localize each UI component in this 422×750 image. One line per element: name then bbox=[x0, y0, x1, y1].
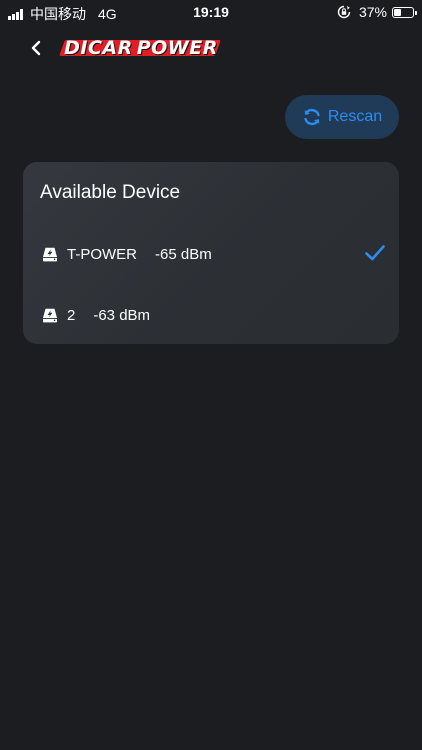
screen: 中国移动 4G 19:19 37% DICAR POWER Rescan Ava… bbox=[0, 0, 422, 750]
rescan-label: Rescan bbox=[327, 108, 383, 125]
brand-logo: DICAR POWER bbox=[59, 35, 222, 61]
device-icon bbox=[42, 308, 58, 323]
card-title: Available Device bbox=[40, 182, 181, 203]
device-signal: -63 dBm bbox=[93, 306, 151, 324]
refresh-icon bbox=[302, 107, 322, 127]
rotation-lock-icon bbox=[337, 5, 351, 19]
device-name: 2 bbox=[67, 306, 76, 324]
chevron-left-icon bbox=[31, 40, 41, 56]
logo-text-power: POWER bbox=[136, 37, 218, 59]
status-bar: 中国移动 4G 19:19 37% bbox=[0, 0, 422, 24]
status-right: 37% bbox=[337, 4, 417, 20]
device-row-t-power[interactable]: T-POWER -65 dBm bbox=[23, 230, 399, 278]
back-button[interactable] bbox=[22, 34, 50, 62]
device-row-2[interactable]: 2 -63 dBm bbox=[23, 291, 399, 339]
logo-text-dicar: DICAR bbox=[64, 37, 133, 59]
battery-fill bbox=[394, 8, 401, 16]
device-name: T-POWER bbox=[67, 245, 137, 263]
available-devices-card: Available Device T-POWER -65 dBm 2 -63 d… bbox=[23, 162, 399, 344]
checkmark-icon bbox=[364, 243, 386, 263]
nav-bar: DICAR POWER bbox=[0, 30, 422, 66]
battery-tip bbox=[415, 10, 417, 15]
logo-text: DICAR POWER bbox=[60, 35, 222, 61]
battery-percent: 37% bbox=[358, 4, 387, 20]
rescan-button[interactable]: Rescan bbox=[285, 95, 399, 139]
device-icon bbox=[42, 247, 58, 262]
device-signal: -65 dBm bbox=[155, 245, 212, 263]
battery-icon bbox=[392, 6, 417, 18]
